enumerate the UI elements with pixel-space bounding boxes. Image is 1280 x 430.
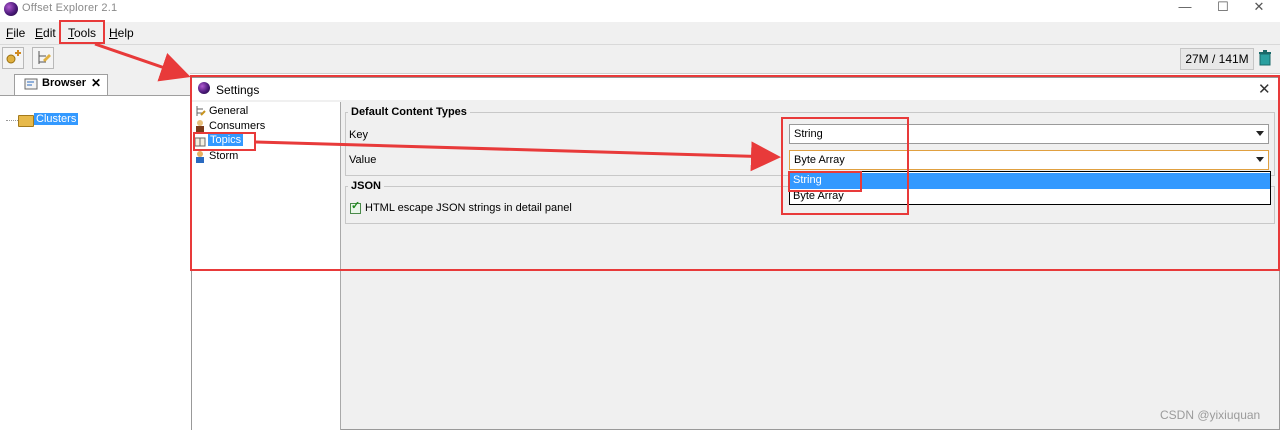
- watermark: CSDN @yixiuquan: [1160, 408, 1261, 422]
- annotation-arrows: [94, 42, 781, 172]
- arrow-topics-to-value: [255, 140, 781, 172]
- arrow-tools-to-settings: [94, 42, 191, 82]
